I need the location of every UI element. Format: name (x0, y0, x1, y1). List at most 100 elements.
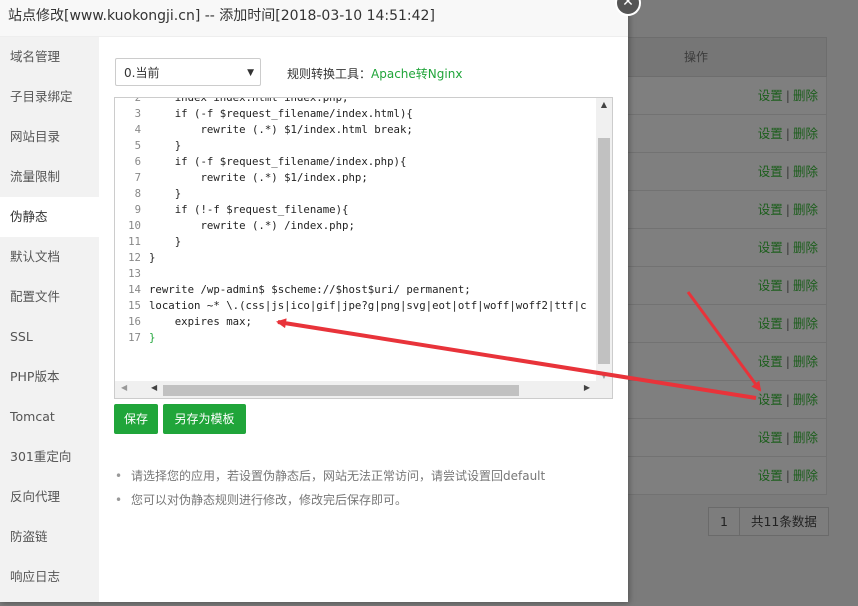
line-number: 15 (128, 299, 141, 312)
settings-link[interactable]: 设置 (758, 126, 783, 141)
code-line: 2 index index.html index.php; (115, 97, 596, 106)
scroll-right-arrow-icon[interactable]: ▶ (584, 383, 590, 392)
separator: | (785, 202, 790, 217)
side-nav: 域名管理 子目录绑定 网站目录 流量限制 伪静态 默认文档 配置文件 SSL PHP版本 Tomc… (0, 37, 99, 602)
sidebar-item[interactable]: 默认文档 (0, 237, 99, 277)
separator: | (785, 316, 790, 331)
code-editor[interactable]: 2 index index.html index.php; 3 if (-f $r… (114, 97, 613, 399)
sidebar-item[interactable]: 防盗链 (0, 517, 99, 557)
site-edit-modal: 站点修改[www.kuokongji.cn] -- 添加时间[2018-03-1… (0, 0, 628, 602)
table-header-actions: 操作 (628, 37, 827, 77)
table-row: 设置 | 删除 (628, 153, 827, 191)
line-number: 11 (128, 235, 141, 248)
vertical-scrollbar[interactable]: ▲ ▼ (596, 98, 612, 382)
delete-link[interactable]: 删除 (793, 354, 818, 369)
code-line: 6 if (-f $request_filename/index.php){ (115, 154, 596, 170)
delete-link[interactable]: 删除 (793, 430, 818, 445)
save-button[interactable]: 保存 (114, 404, 158, 434)
code-line: 14 rewrite /wp-admin$ $scheme://$host$uri… (115, 282, 596, 298)
line-number: 7 (134, 171, 141, 184)
vertical-scroll-thumb[interactable] (598, 138, 610, 364)
delete-link[interactable]: 删除 (793, 88, 818, 103)
code-text: location ~* \.(css|js|ico|gif|jpe?g|png|… (149, 299, 587, 312)
code-text: if (-f $request_filename/index.php){ (149, 155, 407, 168)
line-number: 17 (128, 331, 141, 344)
code-text: } (149, 139, 182, 152)
code-line: 9 if (!-f $request_filename){ (115, 202, 596, 218)
delete-link[interactable]: 删除 (793, 126, 818, 141)
settings-link[interactable]: 设置 (758, 164, 783, 179)
sidebar-item[interactable]: 域名管理 (0, 37, 99, 77)
delete-link[interactable]: 删除 (793, 164, 818, 179)
rewrite-panel: 0.当前 ▼ 规则转换工具：Apache转Nginx 2 index index… (99, 37, 628, 602)
line-number: 8 (134, 187, 141, 200)
line-number: 10 (128, 219, 141, 232)
separator: | (785, 278, 790, 293)
settings-link[interactable]: 设置 (758, 468, 783, 483)
tips-list: • 请选择您的应用，若设置伪静态后，网站无法正常访问，请尝试设置回default •… (115, 467, 545, 515)
scroll-up-arrow-icon[interactable]: ▲ (596, 100, 612, 109)
table-row: 设置 | 删除 (628, 191, 827, 229)
scroll-left-arrow-icon[interactable]: ◀ (121, 383, 127, 392)
sidebar-item[interactable]: Tomcat (0, 397, 99, 437)
delete-link[interactable]: 删除 (793, 278, 818, 293)
table-row: 设置 | 删除 (628, 267, 827, 305)
settings-link[interactable]: 设置 (758, 354, 783, 369)
code-text: index index.html index.php; (149, 97, 349, 104)
settings-link[interactable]: 设置 (758, 316, 783, 331)
table-row: 设置 | 删除 (628, 457, 827, 495)
table-row: 设置 | 删除 (628, 419, 827, 457)
delete-link[interactable]: 删除 (793, 468, 818, 483)
line-number: 14 (128, 283, 141, 296)
line-number: 12 (128, 251, 141, 264)
code-text: if (-f $request_filename/index.html){ (149, 107, 413, 120)
page-number-button[interactable]: 1 (708, 507, 740, 536)
table-row: 设置 | 删除 (628, 115, 827, 153)
line-number: 9 (134, 203, 141, 216)
sidebar-item[interactable]: SSL (0, 317, 99, 357)
apache-to-nginx-link[interactable]: Apache转Nginx (371, 67, 462, 81)
sidebar-item[interactable]: 网站目录 (0, 117, 99, 157)
horizontal-scrollbar[interactable]: ◀ ◀ ▶ (115, 381, 612, 398)
delete-link[interactable]: 删除 (793, 316, 818, 331)
settings-link[interactable]: 设置 (758, 88, 783, 103)
tip-text: 您可以对伪静态规则进行修改，修改完后保存即可。 (131, 493, 408, 507)
code-line: 5 } (115, 138, 596, 154)
rewrite-version-select[interactable]: 0.当前 ▼ (115, 58, 261, 86)
sidebar-item[interactable]: 301重定向 (0, 437, 99, 477)
modal-title: 站点修改[www.kuokongji.cn] -- 添加时间[2018-03-1… (0, 0, 628, 37)
delete-link[interactable]: 删除 (793, 392, 818, 407)
rewrite-version-value: 0.当前 (124, 66, 160, 80)
sidebar-item[interactable]: 反向代理 (0, 477, 99, 517)
sidebar-item[interactable]: 响应日志 (0, 557, 99, 597)
code-line: 10 rewrite (.*) /index.php; (115, 218, 596, 234)
code-text: rewrite /wp-admin$ $scheme://$host$uri/ … (149, 283, 471, 296)
line-number: 13 (128, 267, 141, 280)
table-row: 设置 | 删除 (628, 77, 827, 115)
sidebar-item[interactable]: 流量限制 (0, 157, 99, 197)
code-line: 15 location ~* \.(css|js|ico|gif|jpe?g|pn… (115, 298, 596, 314)
sidebar-item[interactable]: 伪静态 (0, 197, 99, 237)
horizontal-scroll-thumb[interactable] (163, 385, 519, 396)
sidebar-item[interactable]: 子目录绑定 (0, 77, 99, 117)
delete-link[interactable]: 删除 (793, 202, 818, 217)
code-lines: 2 index index.html index.php; 3 if (-f $r… (115, 97, 596, 346)
settings-link[interactable]: 设置 (758, 202, 783, 217)
delete-link[interactable]: 删除 (793, 240, 818, 255)
code-text: } (149, 251, 156, 264)
settings-link[interactable]: 设置 (758, 240, 783, 255)
scroll-left-arrow-icon[interactable]: ◀ (151, 383, 157, 392)
scroll-down-arrow-icon[interactable]: ▼ (596, 371, 612, 380)
save-as-template-button[interactable]: 另存为模板 (163, 404, 246, 434)
settings-link[interactable]: 设置 (758, 278, 783, 293)
sidebar-item[interactable]: PHP版本 (0, 357, 99, 397)
settings-link[interactable]: 设置 (758, 430, 783, 445)
settings-link[interactable]: 设置 (758, 392, 783, 407)
code-line: 17} (115, 330, 596, 346)
code-text: rewrite (.*) $1/index.html break; (149, 123, 413, 136)
code-text: } (149, 331, 156, 344)
line-number: 4 (134, 123, 141, 136)
sidebar-item[interactable]: 配置文件 (0, 277, 99, 317)
line-number: 6 (134, 155, 141, 168)
code-line: 7 rewrite (.*) $1/index.php; (115, 170, 596, 186)
